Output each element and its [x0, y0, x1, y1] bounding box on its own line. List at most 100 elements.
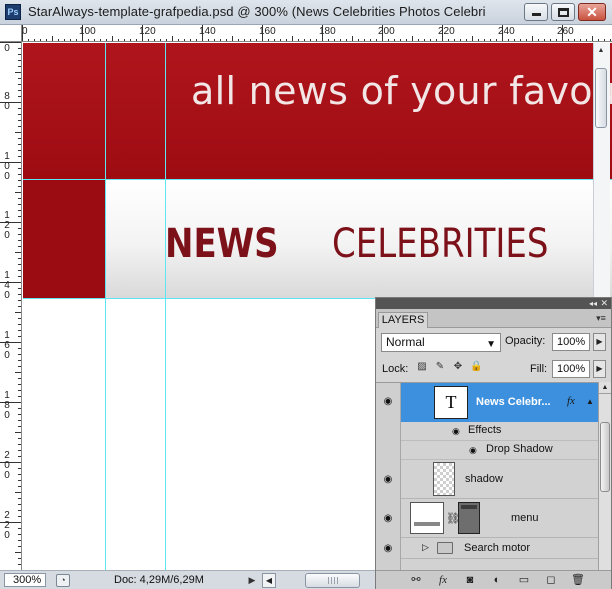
layers-panel-footer: ⚯ fx ◙ ◐ ▭ ◻ 🗑 [376, 570, 611, 589]
close-panel-icon[interactable]: ✕ [600, 298, 608, 308]
ruler-label: 120 [139, 26, 156, 37]
fx-icon[interactable]: fx [567, 395, 575, 407]
guide-vertical[interactable] [105, 43, 106, 570]
vertical-ruler-ticks [0, 42, 21, 565]
mask-thumbnail[interactable] [458, 502, 480, 534]
link-icon[interactable]: ⚯ [408, 573, 424, 587]
opacity-slider-arrow-icon[interactable]: ▶ [593, 333, 606, 351]
window-title: StarAlways-template-grafpedia.psd @ 300%… [28, 4, 486, 19]
ruler-label: 160 [259, 26, 276, 37]
ruler-label: 0 [4, 470, 10, 481]
scroll-up-arrow-icon[interactable]: ▲ [595, 47, 607, 59]
lock-options: ▨ ✎ ✥ 🔒 [416, 361, 482, 373]
lock-position-icon[interactable]: ✥ [452, 361, 464, 373]
adjustment-icon[interactable]: ◐ [489, 573, 505, 587]
ruler-label: 0 [4, 290, 10, 301]
layer-row-shadow[interactable]: shadow [401, 460, 598, 499]
collapse-panel-icon[interactable]: ◂◂ [589, 299, 597, 308]
ruler-label: 0 [4, 350, 10, 361]
guide-horizontal[interactable] [23, 179, 612, 180]
minimize-button[interactable] [524, 3, 548, 21]
title-bar: Ps StarAlways-template-grafpedia.psd @ 3… [0, 0, 612, 25]
drop-shadow-row[interactable]: ◉ Drop Shadow [401, 441, 598, 460]
minimize-icon [532, 13, 541, 16]
fill-input[interactable]: 100% [552, 360, 590, 378]
panel-tab-bar: LAYERS ▾≡ [376, 309, 611, 328]
scroll-left-arrow-icon[interactable]: ◀ [262, 573, 276, 588]
eye-icon[interactable]: ◉ [381, 397, 395, 407]
ruler-label: 0 [22, 26, 28, 37]
new-layer-icon[interactable]: ◻ [543, 573, 559, 587]
lock-label: Lock: [382, 363, 409, 375]
thumbnail-bar [414, 522, 440, 526]
ruler-label: 260 [557, 26, 574, 37]
eye-icon[interactable]: ◉ [381, 544, 395, 554]
lock-image-icon[interactable]: ✎ [434, 361, 446, 373]
expand-effects-icon[interactable]: ▲ [586, 397, 594, 406]
site-tagline: all news of your favour [191, 69, 612, 113]
maximize-icon [558, 8, 569, 17]
layer-row-news-celebrities[interactable]: T News Celebr... fx ▲ [401, 383, 598, 422]
menu-item-celebrities: CELEBRITIES [332, 221, 549, 267]
ruler-corner[interactable] [0, 25, 22, 42]
blend-mode-value: Normal [386, 335, 425, 349]
footer-buttons: ⚯ fx ◙ ◐ ▭ ◻ 🗑 [408, 573, 586, 587]
layer-name: shadow [465, 473, 503, 485]
horizontal-ruler-ticks [22, 25, 611, 41]
fx-icon[interactable]: fx [435, 573, 451, 587]
drop-shadow-label: Drop Shadow [486, 443, 553, 455]
group-name: Search motor [464, 542, 531, 554]
maximize-button[interactable] [551, 3, 575, 21]
eye-icon[interactable]: ◉ [381, 475, 395, 485]
guide-vertical[interactable] [165, 43, 166, 570]
trash-icon[interactable]: 🗑 [570, 573, 586, 587]
ruler-label: 0 [4, 410, 10, 421]
eye-icon[interactable]: ◉ [452, 426, 464, 436]
layer-name: News Celebr... [476, 396, 551, 408]
status-info-icon[interactable]: ◔ [56, 574, 70, 587]
lock-all-icon[interactable]: 🔒 [470, 361, 482, 373]
effects-label: Effects [468, 424, 502, 436]
close-button[interactable]: ✕ [578, 3, 606, 21]
group-icon[interactable]: ▭ [516, 573, 532, 587]
zoom-level-field[interactable]: 300% [4, 573, 46, 587]
scroll-up-arrow-icon[interactable]: ▲ [599, 382, 611, 394]
layer-name: menu [511, 512, 539, 524]
ruler-label: 0 [4, 171, 10, 182]
photoshop-app-icon[interactable]: Ps [5, 4, 21, 20]
tab-layers[interactable]: LAYERS [378, 312, 428, 328]
lock-transparency-icon[interactable]: ▨ [416, 361, 428, 373]
opacity-label: Opacity: [505, 335, 546, 347]
eye-icon[interactable]: ◉ [381, 514, 395, 524]
fill-slider-arrow-icon[interactable]: ▶ [593, 360, 606, 378]
blend-mode-select[interactable]: Normal ▼ [381, 333, 501, 352]
ruler-label: 240 [498, 26, 515, 37]
ruler-label: 0 [4, 101, 10, 112]
vertical-ruler[interactable]: 080100120140160180200220 [0, 42, 22, 570]
status-menu-arrow-icon[interactable]: ▶ [246, 574, 258, 587]
eye-icon[interactable]: ◉ [469, 445, 481, 455]
chevron-down-icon: ▼ [486, 339, 496, 350]
expand-arrow-icon[interactable]: ▷ [422, 542, 429, 553]
panel-menu-icon[interactable]: ▾≡ [595, 313, 607, 323]
header-left-block [23, 180, 106, 298]
layer-group-search-motor[interactable]: ▷ Search motor [401, 538, 598, 559]
opacity-input[interactable]: 100% [552, 333, 590, 351]
ruler-label: 0 [4, 230, 10, 241]
layers-scrollbar[interactable]: ▲ [598, 382, 611, 570]
layer-row-menu[interactable]: ⛓ menu [401, 499, 598, 538]
ruler-label: 180 [319, 26, 336, 37]
mask-icon[interactable]: ◙ [462, 573, 478, 587]
layers-scroll-thumb[interactable] [600, 422, 610, 492]
panel-title-strip[interactable]: ◂◂ ✕ [376, 298, 611, 309]
ruler-label: 220 [438, 26, 455, 37]
vertical-scroll-thumb[interactable] [595, 68, 607, 128]
folder-icon [437, 542, 453, 554]
horizontal-ruler[interactable]: 0 100 120 140 160 180 200 220 240 260 [22, 25, 612, 42]
document-size-info[interactable]: Doc: 4,29M/6,29M [114, 574, 204, 586]
layer-thumbnail [410, 502, 444, 534]
text-layer-thumbnail: T [434, 386, 468, 419]
horizontal-scroll-thumb[interactable] [305, 573, 360, 588]
mask-top [461, 505, 477, 509]
effects-row[interactable]: ◉ Effects [401, 422, 598, 441]
